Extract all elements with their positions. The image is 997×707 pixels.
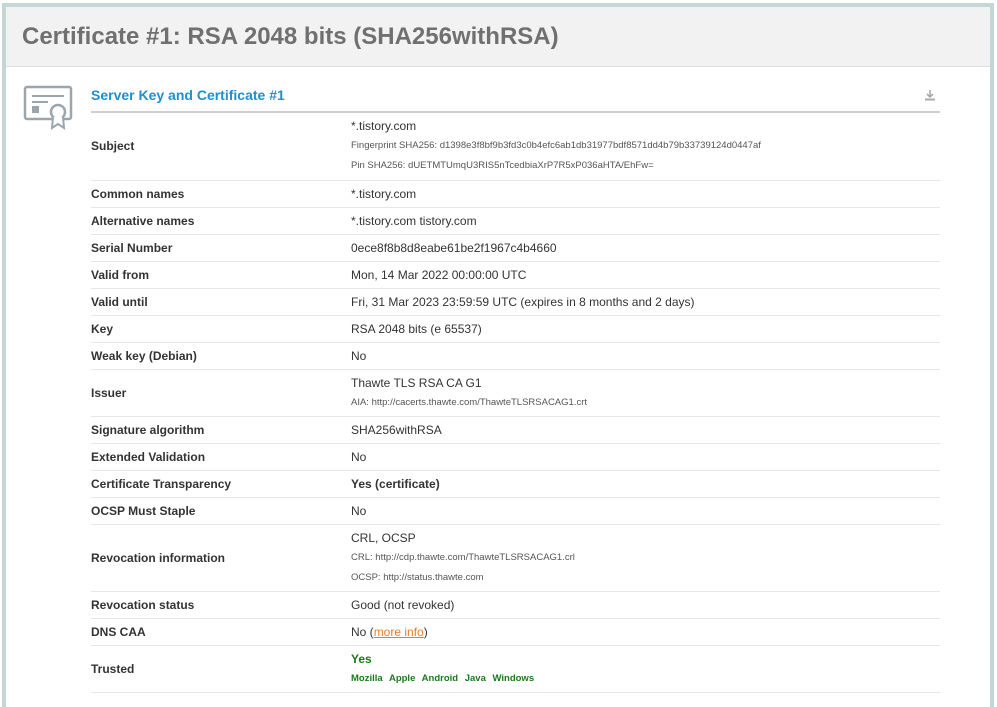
trust-platforms: Mozilla Apple Android Java Windows <box>351 669 940 689</box>
key-value: RSA 2048 bits (e 65537) <box>347 315 940 343</box>
row-label: Serial Number <box>91 234 347 262</box>
row-label: Key <box>91 315 347 343</box>
row-certificate-transparency: Certificate Transparency Yes (certificat… <box>91 470 940 498</box>
row-alternative-names: Alternative names *.tistory.com tistory.… <box>91 207 940 235</box>
row-label: Valid until <box>91 288 347 316</box>
trusted-value: Yes <box>351 651 372 666</box>
row-issuer: Issuer Thawte TLS RSA CA G1 AIA: http://… <box>91 369 940 417</box>
revocation-status-value: Good (not revoked) <box>347 591 940 619</box>
signature-algorithm-value: SHA256withRSA <box>347 416 940 444</box>
row-label: Signature algorithm <box>91 416 347 444</box>
weak-key-value: No <box>347 342 940 370</box>
row-label: DNS CAA <box>91 618 347 646</box>
dns-caa-close-paren: ) <box>423 624 428 639</box>
certificate-transparency-value: Yes (certificate) <box>347 470 940 498</box>
row-label: Common names <box>91 180 347 208</box>
row-label: Alternative names <box>91 207 347 235</box>
row-label: Subject <box>91 113 347 181</box>
row-label: Trusted <box>91 645 347 693</box>
extended-validation-value: No <box>347 443 940 471</box>
valid-until-value: Fri, 31 Mar 2023 23:59:59 UTC (expires i… <box>347 288 940 316</box>
revocation-info-value: CRL, OCSP <box>351 530 416 545</box>
row-signature-algorithm: Signature algorithm SHA256withRSA <box>91 416 940 444</box>
row-label: Weak key (Debian) <box>91 342 347 370</box>
row-label: Revocation status <box>91 591 347 619</box>
pin-sha256: Pin SHA256: dUETMTUmqU3RIS5nTcedbiaXrP7R… <box>351 160 654 172</box>
platform-mozilla[interactable]: Mozilla <box>351 673 383 684</box>
crl-url: CRL: http://cdp.thawte.com/ThawteTLSRSAC… <box>351 551 575 563</box>
common-names-value: *.tistory.com <box>347 180 940 208</box>
row-label: Revocation information <box>91 524 347 592</box>
row-label: OCSP Must Staple <box>91 497 347 525</box>
dns-caa-value: No <box>351 624 367 639</box>
more-info-link[interactable]: more info <box>374 625 424 639</box>
row-subject: Subject *.tistory.com Fingerprint SHA256… <box>91 113 940 181</box>
ocsp-url: OCSP: http://status.thawte.com <box>351 571 484 583</box>
row-label: Extended Validation <box>91 443 347 471</box>
issuer-value: Thawte TLS RSA CA G1 <box>351 375 482 390</box>
row-ocsp-must-staple: OCSP Must Staple No <box>91 497 940 525</box>
row-key: Key RSA 2048 bits (e 65537) <box>91 315 940 343</box>
row-valid-from: Valid from Mon, 14 Mar 2022 00:00:00 UTC <box>91 261 940 289</box>
row-extended-validation: Extended Validation No <box>91 443 940 471</box>
subject-value: *.tistory.com <box>351 119 417 134</box>
serial-number-value: 0ece8f8b8d8eabe61be2f1967c4b4660 <box>347 234 940 262</box>
row-revocation-information: Revocation information CRL, OCSP CRL: ht… <box>91 524 940 592</box>
alternative-names-value: *.tistory.com tistory.com <box>347 207 940 235</box>
fingerprint-sha256: Fingerprint SHA256: d1398e3f8bf9b3fd3c0b… <box>351 140 761 152</box>
issuer-aia: AIA: http://cacerts.thawte.com/ThawteTLS… <box>351 396 588 408</box>
platform-java[interactable]: Java <box>465 673 486 684</box>
page-title: Certificate #1: RSA 2048 bits (SHA256wit… <box>22 22 559 50</box>
certificate-details-table: Subject *.tistory.com Fingerprint SHA256… <box>91 113 940 693</box>
ocsp-must-staple-value: No <box>347 497 940 525</box>
row-common-names: Common names *.tistory.com <box>91 180 940 208</box>
row-label: Issuer <box>91 369 347 417</box>
valid-from-value: Mon, 14 Mar 2022 00:00:00 UTC <box>347 261 940 289</box>
section-header: Server Key and Certificate #1 <box>91 81 940 113</box>
platform-android[interactable]: Android <box>422 673 458 684</box>
row-revocation-status: Revocation status Good (not revoked) <box>91 591 940 619</box>
row-label: Valid from <box>91 261 347 289</box>
row-label: Certificate Transparency <box>91 470 347 498</box>
page-header: Certificate #1: RSA 2048 bits (SHA256wit… <box>6 7 990 67</box>
platform-windows[interactable]: Windows <box>493 673 535 684</box>
row-weak-key: Weak key (Debian) No <box>91 342 940 370</box>
platform-apple[interactable]: Apple <box>389 673 415 684</box>
download-icon[interactable] <box>924 89 936 101</box>
certificate-icon <box>23 85 73 130</box>
row-dns-caa: DNS CAA No (more info) <box>91 618 940 646</box>
dns-caa-open-paren: ( <box>366 624 374 639</box>
row-serial-number: Serial Number 0ece8f8b8d8eabe61be2f1967c… <box>91 234 940 262</box>
row-valid-until: Valid until Fri, 31 Mar 2023 23:59:59 UT… <box>91 288 940 316</box>
section-title: Server Key and Certificate #1 <box>91 87 285 103</box>
row-trusted: Trusted Yes Mozilla Apple Android Java W… <box>91 645 940 693</box>
